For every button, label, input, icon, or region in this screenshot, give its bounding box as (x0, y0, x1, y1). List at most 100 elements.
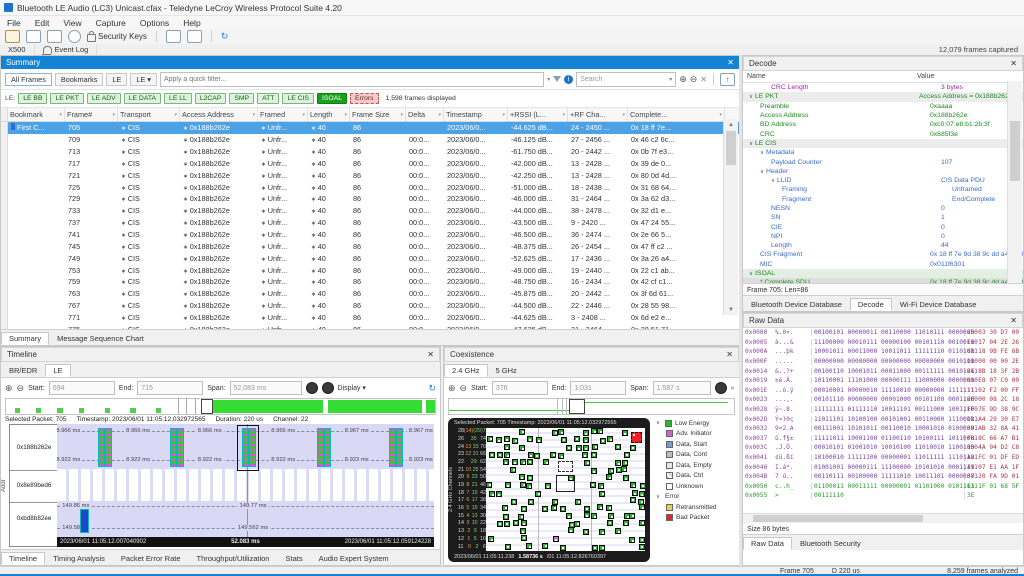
table-row[interactable]: 759CIS0x188b262eUnfr...408600:0...2023/0… (1, 276, 739, 288)
column-header[interactable]: Timestamp▾ (444, 108, 508, 121)
zoom-in-icon[interactable]: ⊕ (5, 384, 13, 393)
decode-row[interactable]: ∨LE PKTAccess Address = 0x188b262e (743, 92, 1023, 101)
close-icon[interactable]: ✕ (1010, 317, 1017, 325)
bad-packet-square[interactable] (631, 432, 642, 443)
decode-row[interactable]: Preamble0xaaaa (743, 102, 1023, 111)
decode-row[interactable]: ∨ISOAL (743, 269, 1023, 278)
selection-window[interactable] (569, 399, 585, 414)
hex-row[interactable]: 0x0000%.0×.00100101 00000011 00110000 11… (743, 328, 1023, 338)
cis-packet[interactable] (170, 428, 177, 467)
sort-arrow-icon[interactable]: ▾ (59, 112, 62, 118)
hex-row[interactable]: 0x002DÝ¤)0ç11011101 10100100 00101001 00… (743, 414, 1023, 424)
tab-audio-expert-system[interactable]: Audio Expert System (311, 552, 397, 565)
hex-row[interactable]: 0x0005à...&11100000 00010111 00000100 00… (743, 338, 1023, 348)
sync-icon[interactable]: ↻ (221, 32, 229, 41)
decode-row[interactable]: Payload Counter107 (743, 157, 1023, 166)
cis-packet[interactable] (98, 428, 105, 467)
decode-row[interactable]: ∨LLIDCIS Data PDU (743, 176, 1023, 185)
chip-le-ll[interactable]: LE LL (164, 93, 192, 104)
decode-row[interactable]: CRC0x685f3e (743, 129, 1023, 138)
cis-packet[interactable] (324, 428, 331, 467)
cis-packet[interactable] (317, 428, 324, 467)
hex-row[interactable]: 0x0023...,.00101110 00000000 00001000 00… (743, 395, 1023, 405)
zoom-out-icon[interactable]: ⊖ (17, 384, 25, 393)
close-icon[interactable]: ✕ (1010, 60, 1017, 68)
chip-att[interactable]: ATT (257, 93, 279, 104)
collapse-arrow-icon[interactable]: ∨ (760, 150, 764, 156)
hex-row[interactable]: 0x00329«2.A00111001 10101011 00110010 10… (743, 424, 1023, 434)
display-dropdown[interactable]: Display ▾ (338, 384, 366, 392)
chip-le-data[interactable]: LE DATA (124, 93, 161, 104)
scroll-up-icon[interactable]: ▲ (724, 119, 738, 130)
record-icon[interactable] (68, 30, 81, 43)
cis-packet[interactable] (396, 428, 403, 467)
table-row[interactable]: 733CIS0x188b262eUnfr...408600:0...2023/0… (1, 205, 739, 217)
table-row[interactable]: 767CIS0x188b262eUnfr...408600:0...2023/0… (1, 300, 739, 312)
jump-button[interactable] (715, 382, 727, 394)
legend-group[interactable]: ∨Low Energy (656, 418, 737, 429)
timeline-end-field[interactable]: 715 (137, 381, 203, 395)
column-header[interactable]: Access Address▾ (180, 108, 258, 121)
cis-packet[interactable] (389, 428, 396, 467)
next-packet-button[interactable] (322, 382, 334, 394)
sort-arrow-icon[interactable]: ▾ (719, 112, 722, 118)
collapse-arrow-icon[interactable]: ∨ (656, 420, 660, 426)
hex-row[interactable]: 0x0046I.á*.01001001 00000111 11100000 10… (743, 462, 1023, 472)
decode-row[interactable]: SN1 (743, 213, 1023, 222)
column-header[interactable]: Frame Size▾ (350, 108, 406, 121)
legend-group[interactable]: ∨Error (656, 492, 737, 503)
chip-le-adv[interactable]: LE ADV (87, 93, 121, 104)
column-header[interactable]: +RSSI (L...▾ (508, 108, 568, 121)
tab-2-4-ghz[interactable]: 2.4 GHz (444, 364, 488, 377)
chip-isoal[interactable]: ISOAL (317, 93, 347, 104)
zoom-out-icon[interactable]: ⊖ (460, 384, 468, 393)
tab-throughput-utilization[interactable]: Throughput/Utilization (189, 552, 278, 565)
coex-plot-area[interactable] (486, 428, 645, 551)
tab-5-ghz[interactable]: 5 GHz (488, 364, 525, 377)
hex-row[interactable]: 0x004B7 ú..00110111 00100000 11111010 10… (743, 472, 1023, 482)
close-icon[interactable]: ✕ (727, 59, 734, 67)
zoom-in-icon[interactable]: ⊕ (448, 384, 456, 393)
save-file-icon[interactable] (26, 30, 41, 43)
filter-funnel-icon[interactable] (553, 76, 561, 82)
chip-l2cap[interactable]: L2CAP (195, 93, 227, 104)
decode-row[interactable]: BD Address0xc0:07:e8:b1:2b:3f (743, 120, 1023, 129)
coexistence-chart[interactable]: Selected Packet: 705 Timestamp: 2023/06/… (448, 418, 650, 562)
info-icon[interactable]: i (564, 75, 573, 84)
collapse-arrow-icon[interactable]: ∨ (749, 94, 753, 100)
decode-row[interactable]: MIC0x011f6301 (743, 260, 1023, 269)
decode-row[interactable]: FragmentEnd/Complete (743, 195, 1023, 204)
coex-start-field[interactable]: 376 (492, 381, 548, 395)
tab-summary[interactable]: Summary (1, 332, 49, 345)
decode-row[interactable]: Access Address0x188b262e (743, 111, 1023, 120)
hex-row[interactable]: 0x0041¢ü.ßí10100010 11111100 00000001 11… (743, 453, 1023, 463)
protocol-select[interactable]: LE ▾ (130, 73, 157, 86)
adv-packet[interactable] (80, 509, 89, 533)
column-header[interactable]: Framed▾ (258, 108, 308, 121)
coexistence-overview-strip[interactable] (448, 398, 735, 415)
timeline-span-field[interactable]: 52.083 ms (230, 381, 302, 395)
tab-x500[interactable]: X500 (0, 44, 35, 55)
tab-wi-fi-device-database[interactable]: Wi-Fi Device Database (892, 298, 985, 311)
column-header[interactable]: Length▾ (308, 108, 350, 121)
vertical-splitter[interactable] (739, 55, 742, 566)
security-keys-button[interactable]: Security Keys (87, 31, 147, 42)
sort-arrow-icon[interactable]: ▾ (302, 112, 305, 118)
decode-row[interactable]: NPI0 (743, 232, 1023, 241)
sort-arrow-icon[interactable]: ▾ (174, 112, 177, 118)
clear-search-icon[interactable]: ✕ (700, 75, 707, 84)
table-row[interactable]: 729CIS0x188b262eUnfr...408600:0...2023/0… (1, 193, 739, 205)
table-row[interactable]: 745CIS0x188b262eUnfr...408600:0...2023/0… (1, 240, 739, 252)
decode-row[interactable]: Length44 (743, 241, 1023, 250)
hex-row[interactable]: 0x003C.J.Ò.00010101 01001010 10010100 11… (743, 443, 1023, 453)
chip-le-bb[interactable]: LE BB (18, 93, 47, 104)
table-row[interactable]: 771CIS0x188b262eUnfr...408600:0...2023/0… (1, 312, 739, 324)
summary-vertical-scrollbar[interactable]: ▲ ▼ (723, 119, 738, 315)
decode-row[interactable]: ∨Header (743, 167, 1023, 176)
table-row[interactable]: 753CIS0x188b262eUnfr...408600:0...2023/0… (1, 264, 739, 276)
table-row[interactable]: 721CIS0x188b262eUnfr...408600:0...2023/0… (1, 169, 739, 181)
close-icon[interactable]: ✕ (427, 351, 434, 359)
collapse-arrow-icon[interactable]: ∨ (771, 178, 775, 184)
sort-arrow-icon[interactable]: ▾ (622, 112, 625, 118)
filter-dropdown-icon[interactable]: ▾ (547, 76, 550, 83)
